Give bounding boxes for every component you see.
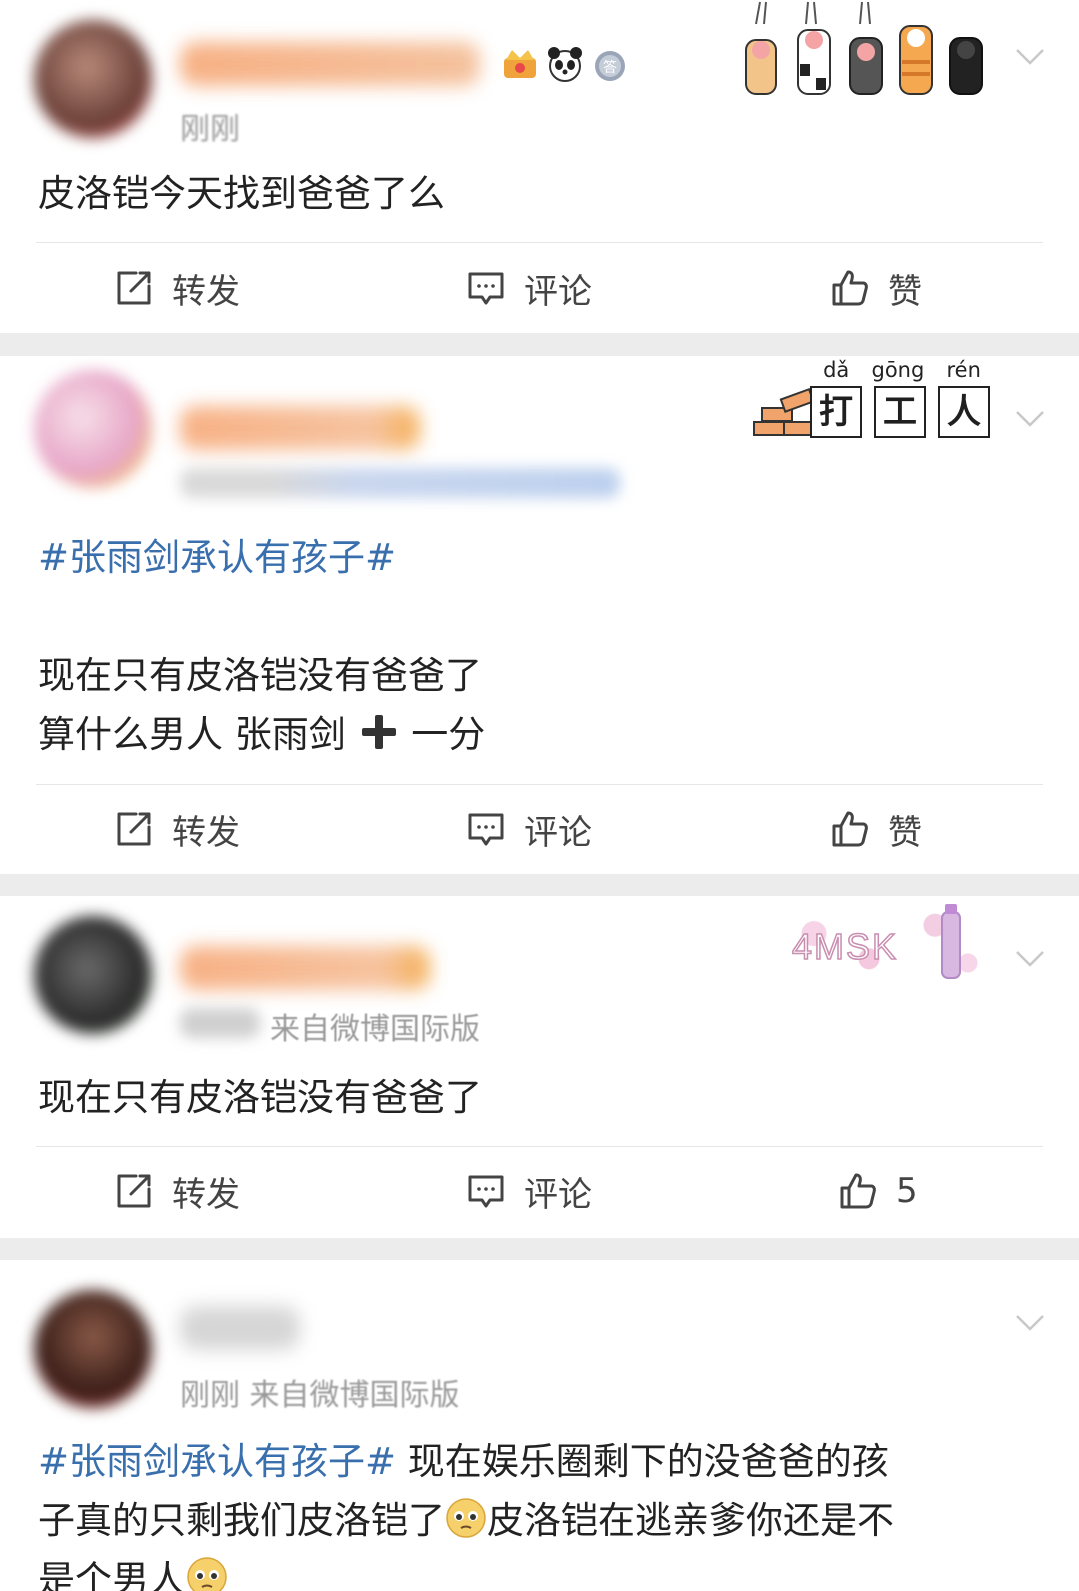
like-count: 5 — [896, 1171, 918, 1211]
comment-button[interactable]: 评论 — [466, 784, 592, 874]
pleading-face-emoji-icon — [187, 1557, 227, 1591]
comment-button[interactable]: 评论 — [466, 243, 592, 333]
post-card-1: 答 刚刚 皮洛铠今天找到爸爸了么 转发 评论 赞 — [0, 0, 1079, 333]
pinyin-2: gōng — [871, 358, 925, 382]
comment-icon — [468, 272, 504, 305]
4msk-text: 4MSK — [791, 925, 899, 968]
avatar[interactable] — [34, 916, 152, 1034]
action-bar: 转发 评论 赞 — [0, 243, 1079, 333]
post-content: 皮洛铠今天找到爸爸了么 — [38, 172, 445, 215]
panda-badge-icon — [548, 47, 583, 82]
post-content-line-1: 现在只有皮洛铠没有爸爸了 — [38, 654, 482, 697]
post-meta: 来自微博国际版 — [270, 1012, 480, 1047]
post-text-4: 是个男人 — [38, 1558, 186, 1591]
repost-button[interactable]: 转发 — [114, 243, 240, 333]
repost-icon — [117, 812, 151, 846]
like-button[interactable]: 5 — [838, 1146, 918, 1236]
post-content: 现在只有皮洛铠没有爸爸了 — [38, 1076, 482, 1119]
post-card-2: dǎ gōng rén 打 工 人 #张雨剑承认有孩子# 现在只有皮洛铠没有爸爸… — [0, 356, 1079, 874]
repost-icon — [117, 1174, 151, 1208]
comment-button[interactable]: 评论 — [466, 1146, 592, 1236]
comment-icon — [468, 813, 504, 846]
user-badges: 答 — [500, 44, 630, 84]
topic-hashtag[interactable]: #张雨剑承认有孩子# — [38, 528, 1019, 587]
plus-icon — [361, 715, 396, 749]
repost-label: 转发 — [172, 1174, 240, 1215]
avatar[interactable] — [34, 370, 152, 488]
repost-button[interactable]: 转发 — [114, 784, 240, 874]
topic-hashtag[interactable]: #张雨剑承认有孩子# — [38, 1440, 396, 1483]
repost-icon — [117, 271, 151, 305]
post-content: #张雨剑承认有孩子# 现在娱乐圈剩下的没爸爸的孩 子真的只剩我们皮洛铠了 皮洛铠在… — [38, 1432, 1029, 1591]
action-bar: 转发 评论 赞 — [0, 784, 1079, 874]
comment-icon — [468, 1175, 504, 1208]
thumbs-up-icon — [832, 811, 868, 847]
bottle-icon — [941, 904, 961, 979]
comment-label: 评论 — [524, 1174, 592, 1215]
post-text-3: 皮洛铠在逃亲爹你还是不 — [487, 1499, 894, 1542]
post-card-4: 刚刚 来自微博国际版 #张雨剑承认有孩子# 现在娱乐圈剩下的没爸爸的孩 子真的只… — [0, 1260, 1079, 1591]
post-content-line-2-suffix: 一分 — [411, 713, 486, 756]
thumbs-up-icon — [832, 270, 868, 306]
worker-char-1: 打 — [810, 386, 862, 438]
post-meta: 刚刚 来自微博国际版 — [180, 1378, 460, 1413]
comment-label: 评论 — [524, 271, 592, 312]
4msk-decoration: 4MSK — [770, 900, 990, 984]
svg-text:答: 答 — [603, 59, 617, 76]
chevron-down-icon[interactable] — [1015, 408, 1045, 430]
thumbs-up-icon — [840, 1173, 876, 1209]
chevron-down-icon[interactable] — [1015, 948, 1045, 970]
avatar[interactable] — [34, 1290, 152, 1408]
like-label: 赞 — [888, 812, 922, 853]
username[interactable] — [180, 406, 420, 450]
avatar[interactable] — [34, 20, 152, 138]
pinyin-1: dǎ — [823, 358, 850, 382]
post-meta: 刚刚 — [180, 112, 240, 147]
like-button[interactable]: 赞 — [830, 243, 922, 333]
action-bar: 转发 评论 5 — [0, 1146, 1079, 1236]
comment-label: 评论 — [524, 812, 592, 853]
post-text-1: 现在娱乐圈剩下的没爸爸的孩 — [396, 1440, 889, 1483]
pleading-face-emoji-icon — [446, 1498, 486, 1538]
post-content-line-2: 算什么男人 张雨剑 一分 — [38, 705, 1019, 764]
worker-char-3: 人 — [938, 386, 990, 438]
repost-button[interactable]: 转发 — [114, 1146, 240, 1236]
username[interactable] — [180, 946, 430, 990]
username[interactable] — [180, 1306, 300, 1350]
like-button[interactable]: 赞 — [830, 784, 922, 874]
chevron-down-icon[interactable] — [1015, 46, 1045, 68]
post-content-line-2-text: 算什么男人 张雨剑 — [38, 713, 346, 756]
post-meta-blurred — [180, 1008, 260, 1038]
post-card-3: 来自微博国际版 4MSK 现在只有皮洛铠没有爸爸了 转发 评论 5 — [0, 896, 1079, 1238]
repost-label: 转发 — [172, 812, 240, 853]
crown-badge-icon — [504, 50, 536, 78]
chevron-down-icon[interactable] — [1015, 1312, 1045, 1334]
answer-medal-icon: 答 — [595, 51, 626, 81]
username[interactable] — [180, 42, 480, 86]
cat-paws-decoration — [745, 1, 983, 95]
pinyin-3: rén — [946, 358, 981, 382]
repost-label: 转发 — [172, 271, 240, 312]
worker-char-2: 工 — [874, 386, 926, 438]
worker-decoration: dǎ gōng rén 打 工 人 — [752, 358, 992, 444]
post-meta-blurred — [180, 468, 620, 498]
like-label: 赞 — [888, 271, 922, 312]
post-text-2: 子真的只剩我们皮洛铠了 — [38, 1499, 445, 1542]
bricks-icon — [753, 387, 815, 436]
